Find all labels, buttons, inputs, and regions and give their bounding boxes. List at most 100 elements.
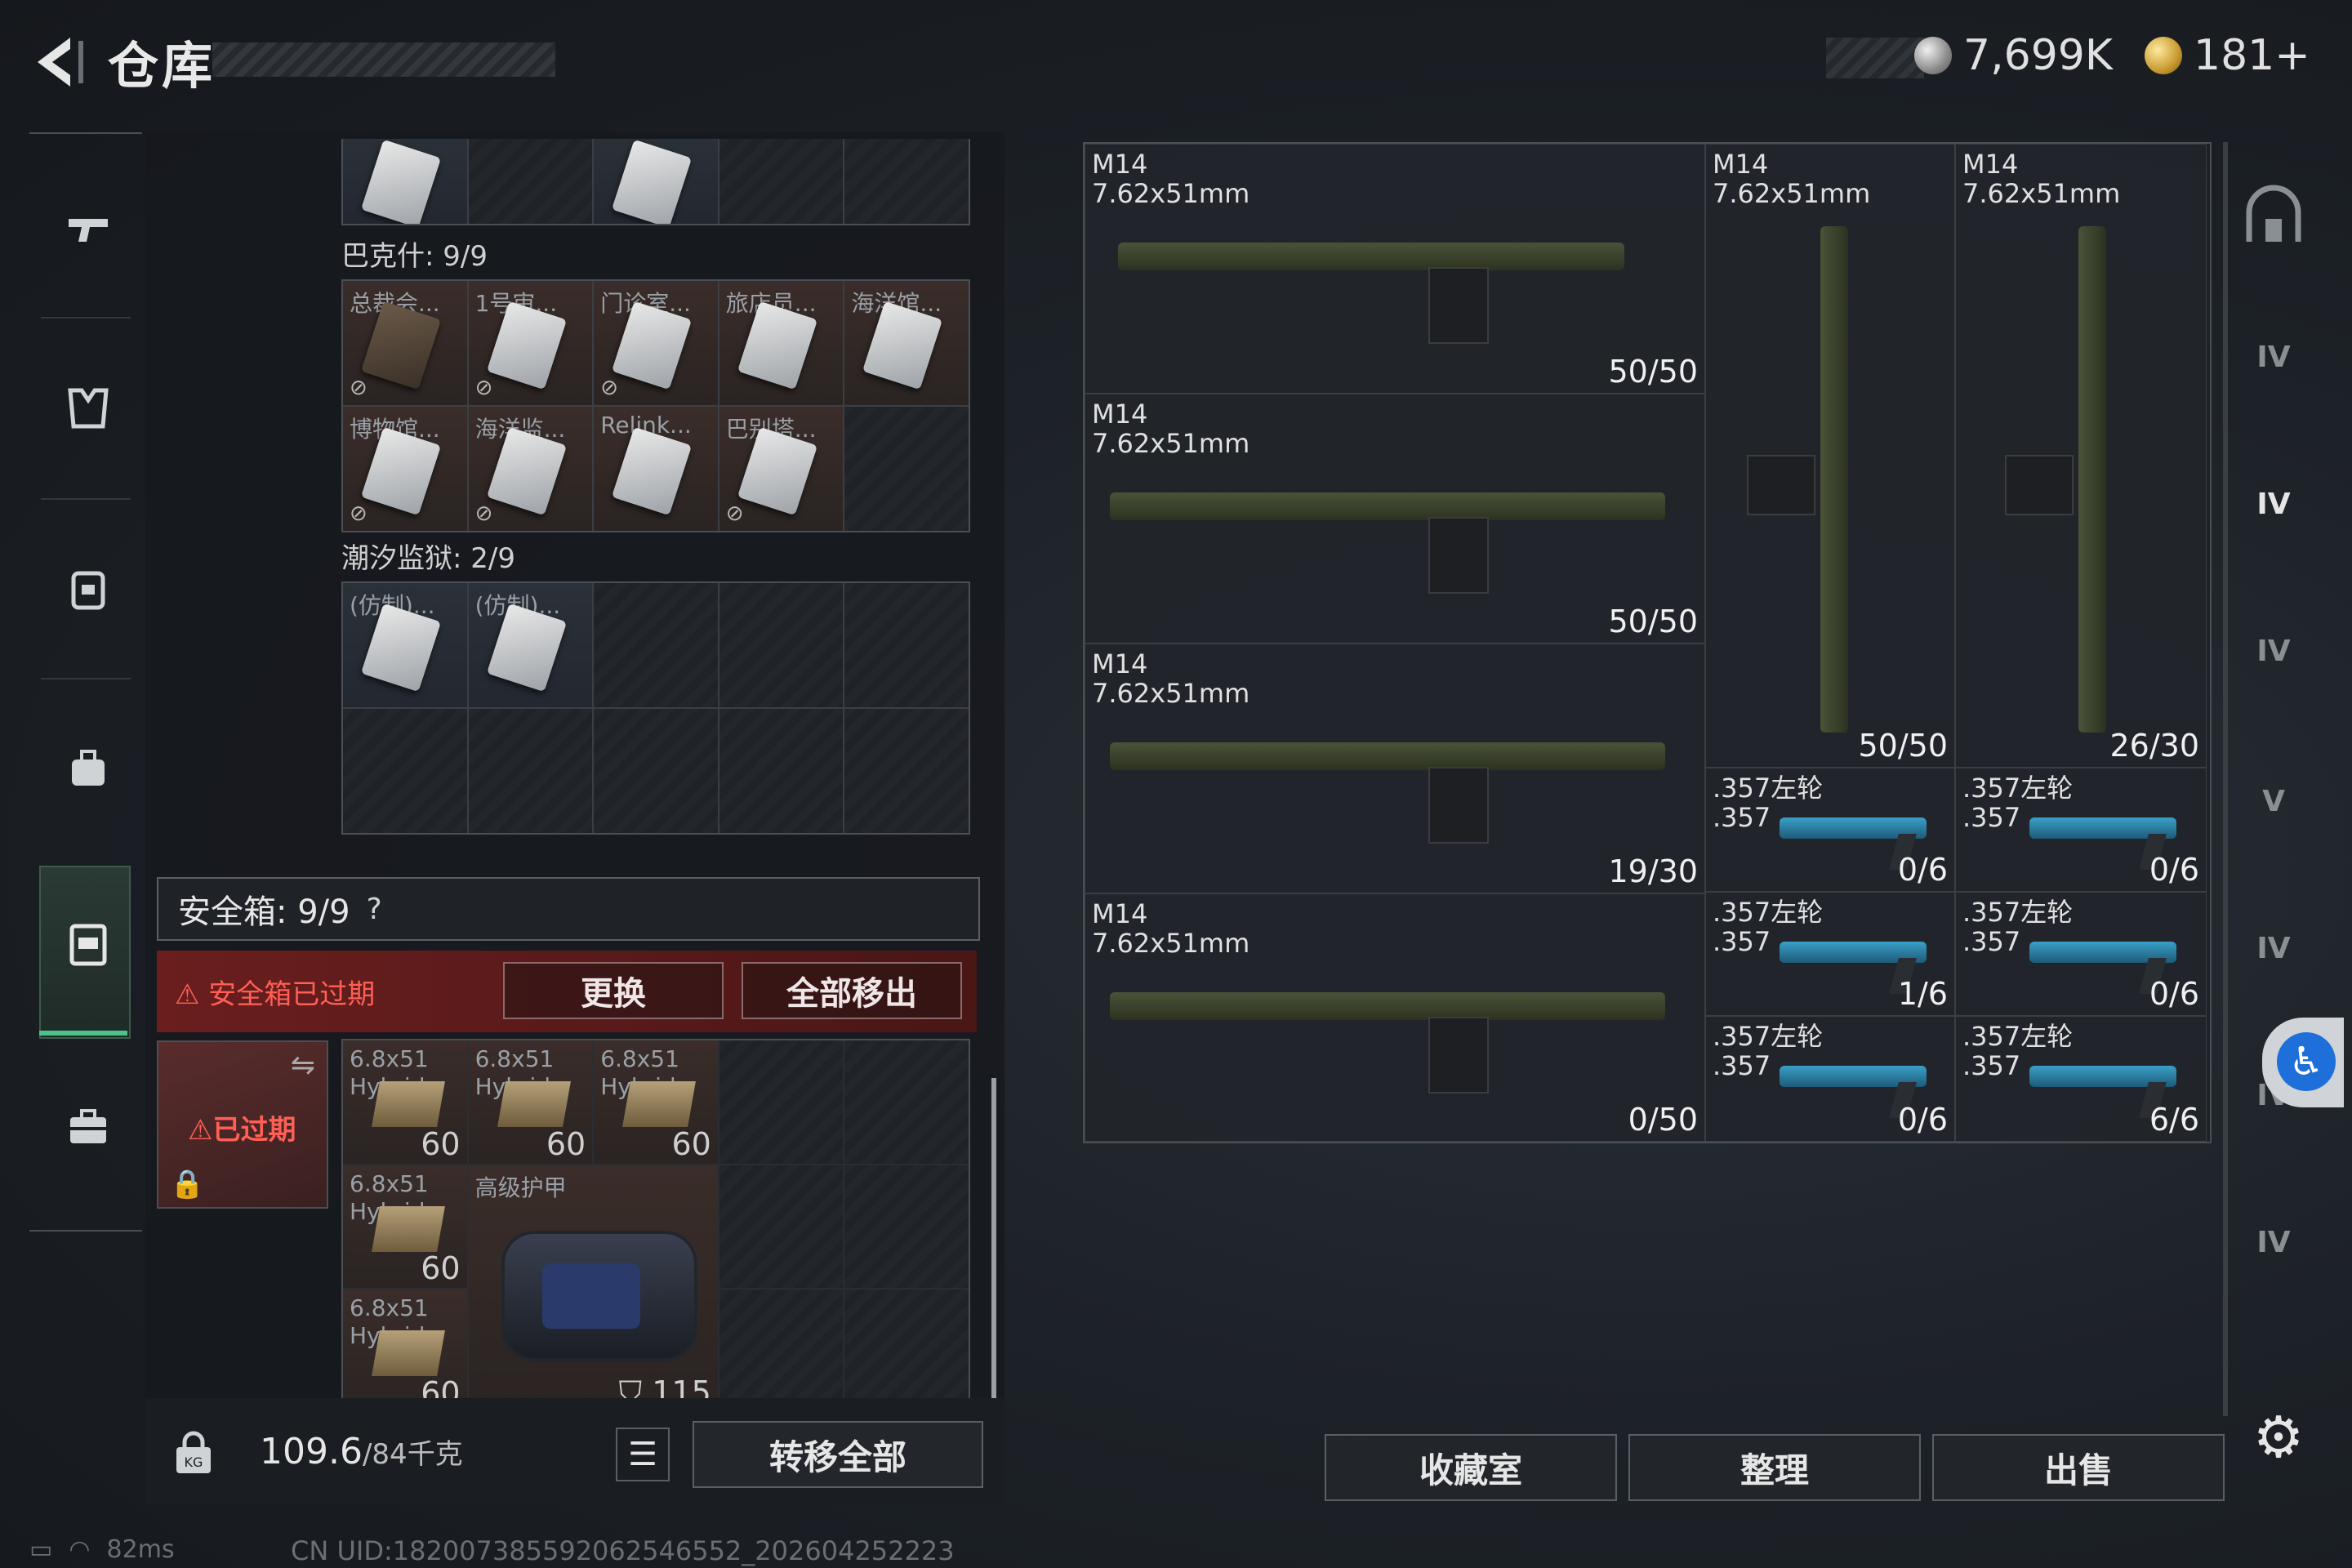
card-slot[interactable]: 1号审...⊘ <box>468 281 593 405</box>
weight-value: 109.6/84千克 <box>260 1431 463 1472</box>
safe-box-grid: 6.8x51 Hybrid60 6.8x51 Hybrid60 6.8x51 H… <box>341 1039 970 1414</box>
shotgun-tab-icon[interactable]: IV <box>2239 1209 2308 1277</box>
weapon-panel: M14 7.62x51mm 50/50 M14 7.62x51mm 50/50 … <box>1083 142 2212 1143</box>
card-slot[interactable]: 门诊室... ⊘ <box>594 281 718 405</box>
card-slot[interactable]: Relink... <box>594 407 718 531</box>
silver-coin-icon <box>1914 37 1952 74</box>
currency-gold[interactable]: 181+ <box>2145 31 2310 80</box>
no-trade-icon: ⊘ <box>600 376 618 400</box>
left-nav <box>29 132 142 1233</box>
pistol-tab-icon[interactable]: IV <box>2239 915 2308 983</box>
expired-badge: ⚠已过期 <box>188 1114 296 1147</box>
accessibility-button[interactable]: ♿ <box>2262 1018 2344 1107</box>
rifle-tab-icon-active[interactable]: IV <box>2239 470 2308 539</box>
empty-slot <box>719 139 844 224</box>
rifle-tab-icon[interactable]: IV <box>2239 323 2308 392</box>
collection-room-button[interactable]: 收藏室 <box>1325 1434 1617 1501</box>
empty-slot <box>719 583 844 707</box>
ammo-slot[interactable]: 6.8x51 Hybrid60 <box>468 1040 593 1164</box>
weapon-slot[interactable]: M14 7.62x51mm 26/30 <box>1955 144 2207 768</box>
card-slot[interactable]: 总裁会... ⊘ <box>343 281 467 405</box>
list-view-icon[interactable]: ☰ <box>616 1428 670 1481</box>
back-arrow-icon[interactable] <box>23 29 88 95</box>
backpack-icon[interactable] <box>65 565 111 611</box>
section-label-tidal-prison: 潮汐监狱: 2/9 <box>341 542 515 575</box>
empty-slot <box>844 1165 969 1289</box>
weapon-slot[interactable]: .357左轮 .357 0/6 <box>1955 768 2207 892</box>
swap-icon[interactable]: ⇋ <box>291 1049 315 1082</box>
weapon-slot[interactable]: M14 7.62x51mm 50/50 <box>1085 144 1705 394</box>
transfer-all-button[interactable]: 转移全部 <box>693 1421 983 1488</box>
briefcase-icon[interactable] <box>65 1104 111 1150</box>
ping-value: 82ms <box>106 1535 175 1564</box>
empty-slot <box>468 139 593 224</box>
card-slot[interactable]: (仿制)... <box>343 583 467 707</box>
replace-button[interactable]: 更换 <box>503 962 724 1019</box>
ammo-slot[interactable]: 6.8x51 Hybrid60 <box>343 1040 467 1164</box>
gun-icon[interactable] <box>65 206 111 252</box>
weight-lock-icon: KG <box>173 1429 214 1475</box>
remove-all-button[interactable]: 全部移出 <box>742 962 962 1019</box>
card-slot[interactable]: 博物馆... ⊘ <box>343 407 467 531</box>
sort-button[interactable]: 整理 <box>1628 1434 1921 1501</box>
wifi-icon: ◠ <box>69 1535 91 1564</box>
empty-slot <box>844 709 969 833</box>
weight-bar: KG 109.6/84千克 ☰ 转移全部 <box>145 1398 1004 1504</box>
weapon-slot[interactable]: .357左轮 .357 1/6 <box>1705 892 1955 1016</box>
helmet-tab-icon[interactable]: V <box>2239 768 2308 836</box>
card-slot[interactable] <box>594 139 718 224</box>
empty-slot <box>844 1290 969 1413</box>
weapon-slot[interactable]: M14 7.62x51mm 0/50 <box>1085 893 1705 1142</box>
weapon-slot[interactable]: .357左轮 .357 0/6 <box>1705 768 1955 892</box>
no-trade-icon: ⊘ <box>474 501 493 526</box>
safe-box-warning: ⚠ 安全箱已过期 <box>175 978 376 1011</box>
help-icon[interactable]: ? <box>367 893 382 926</box>
accessibility-icon: ♿ <box>2277 1032 2336 1091</box>
lock-icon: 🔒 <box>170 1168 205 1200</box>
safe-box-warning-bar: ⚠ 安全箱已过期 更换 全部移出 <box>157 951 977 1032</box>
card-slot[interactable]: (仿制)... <box>468 583 593 707</box>
safe-box-title: 安全箱: 9/9 <box>178 893 350 931</box>
card-slot[interactable]: 旅店员... <box>719 281 844 405</box>
card-slot[interactable]: 巴别塔... ⊘ <box>719 407 844 531</box>
svg-text:KG: KG <box>185 1454 203 1470</box>
card-slot[interactable] <box>343 139 467 224</box>
storage-tab-icon[interactable] <box>2239 183 2308 252</box>
weapon-slot[interactable]: M14 7.62x51mm 50/50 <box>1705 144 1955 768</box>
currency-silver: 7,699K <box>1914 31 2113 80</box>
ammo-slot[interactable]: 6.8x51 Hybrid60 <box>343 1165 467 1289</box>
card-slot[interactable]: 海洋馆... <box>844 281 969 405</box>
armor-icon[interactable] <box>65 385 111 431</box>
safe-box-icon[interactable] <box>65 921 111 967</box>
no-trade-icon: ⊘ <box>725 501 744 526</box>
armor-slot[interactable]: 高级护甲 ⛉ 115 <box>468 1165 718 1413</box>
nav-active-indicator <box>39 1031 127 1036</box>
weapon-slot[interactable]: .357左轮 .357 0/6 <box>1705 1016 1955 1142</box>
ammo-slot[interactable]: 6.8x51 Hybrid60 <box>594 1040 718 1164</box>
title-decoration <box>212 42 555 77</box>
bag-icon[interactable] <box>65 745 111 791</box>
sell-button[interactable]: 出售 <box>1932 1434 2225 1501</box>
empty-slot <box>468 709 593 833</box>
ammo-slot[interactable]: 6.8x51 Hybrid60 <box>343 1290 467 1413</box>
weapon-slot[interactable]: M14 7.62x51mm 50/50 <box>1085 394 1705 644</box>
gear-icon[interactable]: ⚙ <box>2247 1406 2310 1468</box>
empty-slot <box>594 583 718 707</box>
card-slot[interactable]: 海洋监... ⊘ <box>468 407 593 531</box>
storage-scrollbar[interactable] <box>991 1078 996 1421</box>
tidal-prison-card-grid: (仿制)... (仿制)... <box>341 581 970 835</box>
safe-box-header: 安全箱: 9/9 ? <box>157 877 980 941</box>
empty-slot <box>719 1165 844 1289</box>
status-bar: ▭ ◠ 82ms <box>29 1535 175 1564</box>
currency-decoration <box>1826 38 1924 78</box>
empty-slot <box>844 1040 969 1164</box>
bakesh-card-grid: 总裁会...⊘ 1号审...⊘ 门诊室...⊘ 旅店员... 海洋馆... 博物… <box>341 279 970 532</box>
armor-tab-icon[interactable]: IV <box>2239 617 2308 686</box>
currency-gold-value: 181+ <box>2194 31 2310 80</box>
partial-card-grid <box>341 139 970 225</box>
weapon-slot[interactable]: .357左轮 .357 0/6 <box>1955 892 2207 1016</box>
weapon-slot[interactable]: .357左轮 .357 6/6 <box>1955 1016 2207 1142</box>
safe-box-item[interactable]: ⇋ ⚠已过期 🔒 <box>157 1040 328 1209</box>
empty-slot <box>343 709 467 833</box>
weapon-slot[interactable]: M14 7.62x51mm 19/30 <box>1085 644 1705 893</box>
